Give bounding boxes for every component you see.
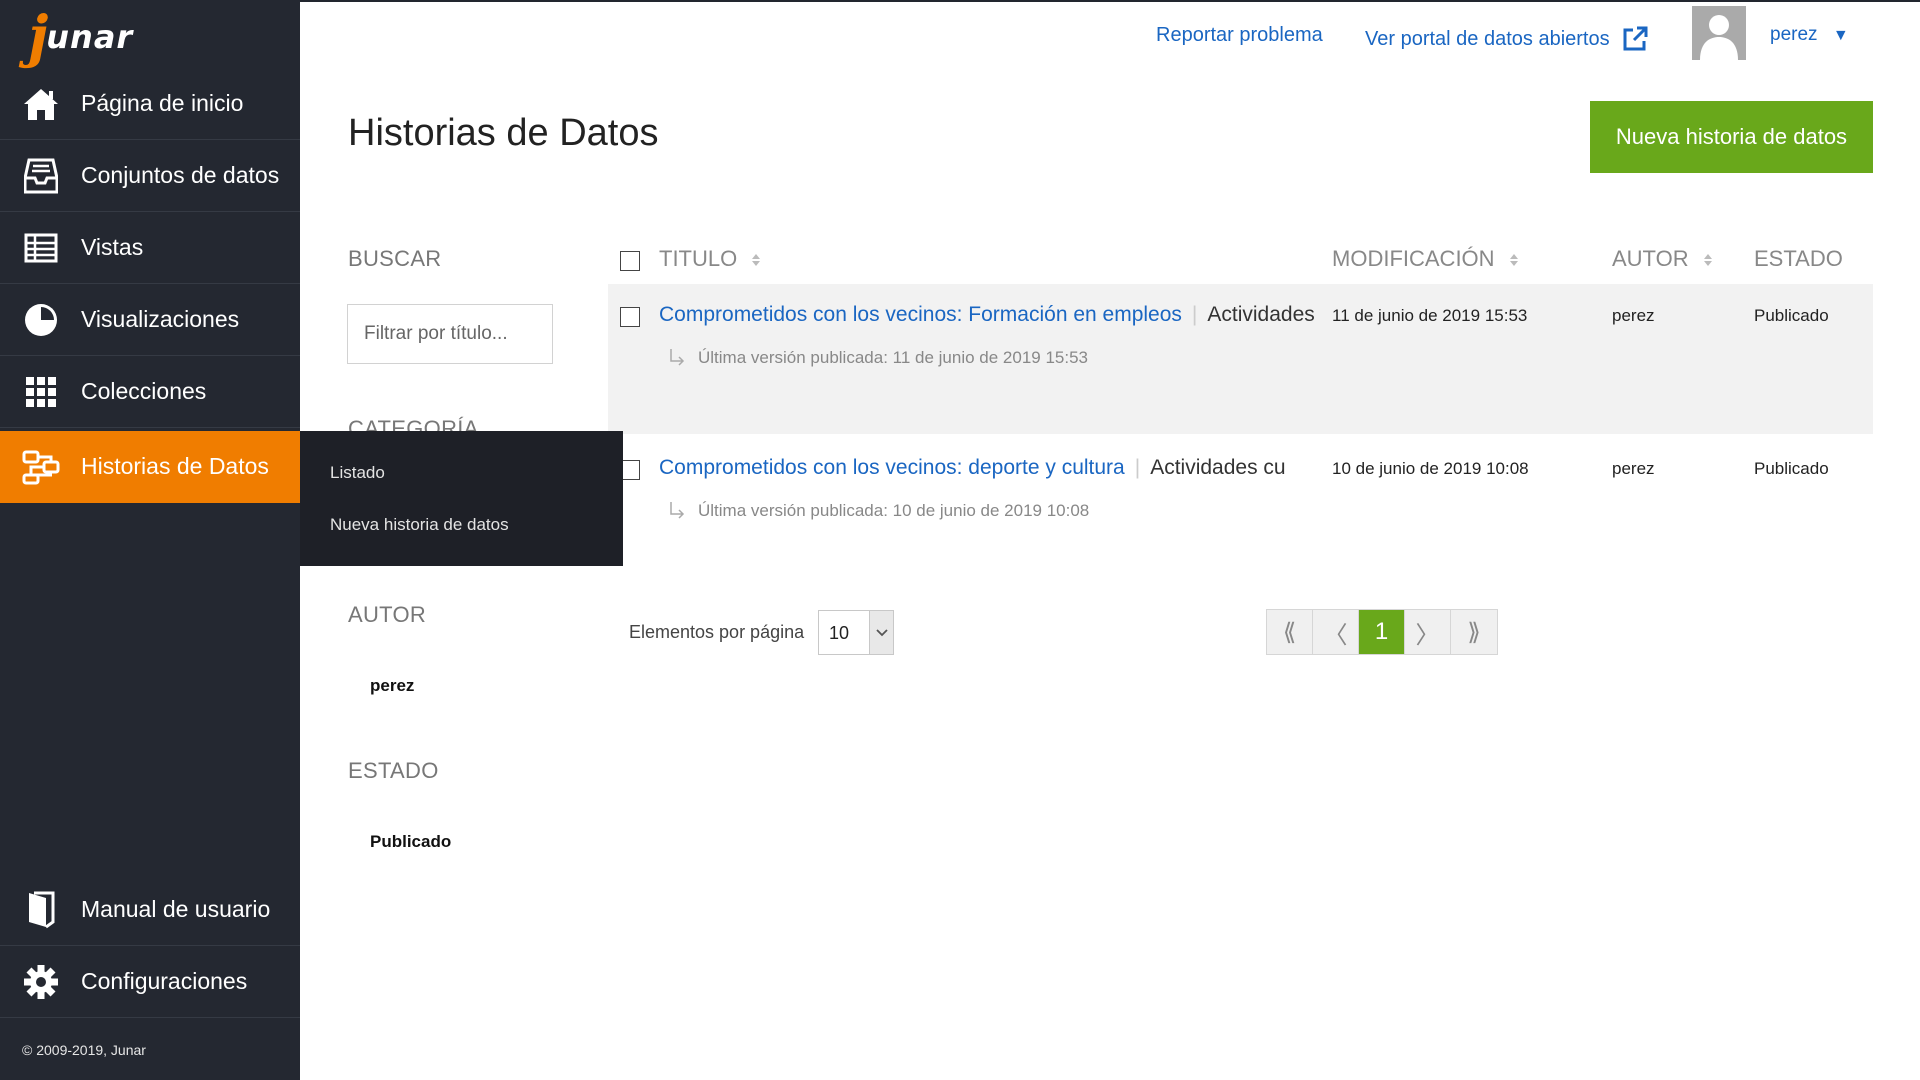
status-heading: ESTADO <box>348 758 439 783</box>
column-header-status: ESTADO <box>1754 246 1843 271</box>
row-checkbox[interactable] <box>620 307 640 327</box>
story-title-link[interactable]: Comprometidos con los vecinos: Formación… <box>659 303 1182 326</box>
grid-icon <box>21 372 61 412</box>
subitem-arrow-icon <box>668 348 686 373</box>
column-header-title[interactable]: TITULO <box>659 246 761 273</box>
report-problem-link[interactable]: Reportar problema <box>1156 24 1323 47</box>
data-stories-submenu: Listado Nueva historia de datos <box>300 431 623 566</box>
logo-letter: j <box>28 4 49 70</box>
sidebar-item-visualizations[interactable]: Visualizaciones <box>0 284 300 356</box>
column-header-author[interactable]: AUTOR <box>1612 246 1713 273</box>
sort-icon <box>1703 247 1713 273</box>
next-page-button[interactable]: 〉 <box>1405 610 1451 654</box>
page-title: Historias de Datos <box>348 112 659 154</box>
per-page-select[interactable]: 10 <box>818 610 894 655</box>
author-cell: perez <box>1612 306 1655 325</box>
sort-icon <box>1509 247 1519 273</box>
chevron-down-icon <box>869 611 893 654</box>
sidebar-item-label: Historias de Datos <box>81 453 269 479</box>
sort-icon <box>751 247 761 273</box>
inbox-icon <box>21 156 61 196</box>
row-title-cell: Comprometidos con los vecinos: Formación… <box>659 303 1319 327</box>
avatar[interactable] <box>1692 6 1746 60</box>
status-cell: Publicado <box>1754 459 1829 478</box>
submenu-item-list[interactable]: Listado <box>330 463 385 483</box>
open-data-portal-link[interactable]: Ver portal de datos abiertos <box>1365 26 1648 52</box>
per-page-label: Elementos por página <box>629 622 805 642</box>
sidebar-item-settings[interactable]: Configuraciones <box>0 946 300 1018</box>
sidebar-item-user-manual[interactable]: Manual de usuario <box>0 874 300 946</box>
user-silhouette-icon <box>1700 15 1738 60</box>
first-page-button[interactable]: ⟪ <box>1267 610 1313 654</box>
column-header-modified-label: MODIFICACIÓN <box>1332 246 1495 271</box>
title-separator: | <box>1134 456 1141 479</box>
pie-chart-icon <box>21 300 61 340</box>
story-icon <box>21 447 61 487</box>
gear-icon <box>21 962 61 1002</box>
home-icon <box>21 84 61 124</box>
last-published-line: Última versión publicada: 11 de junio de… <box>668 348 1088 373</box>
user-name: perez <box>1770 24 1818 45</box>
story-title-link[interactable]: Comprometidos con los vecinos: deporte y… <box>659 456 1125 479</box>
row-title-cell: Comprometidos con los vecinos: deporte y… <box>659 456 1319 480</box>
sidebar-item-label: Vistas <box>81 234 144 260</box>
sidebar-item-views[interactable]: Vistas <box>0 212 300 284</box>
junar-logo[interactable]: j unar <box>28 6 133 68</box>
open-data-portal-label: Ver portal de datos abiertos <box>1365 27 1610 50</box>
book-icon <box>21 890 61 930</box>
logo-text: unar <box>46 18 134 56</box>
last-page-button[interactable]: ⟫ <box>1451 610 1497 654</box>
sidebar-item-label: Conjuntos de datos <box>81 162 280 188</box>
pagination: ⟪ 〈 1 〉 ⟫ <box>1266 609 1498 655</box>
sidebar-item-label: Manual de usuario <box>81 896 271 922</box>
sidebar-item-label: Página de inicio <box>81 90 244 116</box>
column-header-title-label: TITULO <box>659 246 738 271</box>
title-separator: | <box>1191 303 1198 326</box>
sidebar: j unar Página de inicio Conjuntos de dat… <box>0 0 300 1080</box>
copyright: © 2009-2019, Junar <box>22 1042 146 1058</box>
subitem-arrow-icon <box>668 501 686 526</box>
new-data-story-button[interactable]: Nueva historia de datos <box>1590 101 1873 173</box>
sidebar-item-datasets[interactable]: Conjuntos de datos <box>0 140 300 212</box>
author-cell: perez <box>1612 459 1655 478</box>
column-header-author-label: AUTOR <box>1612 246 1689 271</box>
select-all-checkbox[interactable] <box>620 251 640 271</box>
story-category: Actividades cu <box>1150 456 1286 479</box>
sidebar-item-data-stories[interactable]: Historias de Datos <box>0 431 300 503</box>
story-category: Actividades <box>1207 303 1315 326</box>
last-published-text: Última versión publicada: 10 de junio de… <box>698 501 1090 520</box>
modified-cell: 11 de junio de 2019 15:53 <box>1332 306 1528 325</box>
search-input[interactable] <box>347 304 553 364</box>
row-checkbox[interactable] <box>620 460 640 480</box>
last-published-line: Última versión publicada: 10 de junio de… <box>668 501 1089 526</box>
sidebar-item-label: Visualizaciones <box>81 306 240 332</box>
author-heading: AUTOR <box>348 602 427 627</box>
modified-cell: 10 de junio de 2019 10:08 <box>1332 459 1529 478</box>
submenu-item-new-story[interactable]: Nueva historia de datos <box>330 515 509 535</box>
external-link-icon <box>1622 26 1648 52</box>
user-menu[interactable]: perez ▼ <box>1770 24 1849 46</box>
column-header-modified[interactable]: MODIFICACIÓN <box>1332 246 1519 273</box>
previous-page-button[interactable]: 〈 <box>1313 610 1359 654</box>
sidebar-item-home[interactable]: Página de inicio <box>0 68 300 140</box>
search-heading: BUSCAR <box>348 246 442 271</box>
sidebar-item-label: Colecciones <box>81 378 207 404</box>
last-published-text: Última versión publicada: 11 de junio de… <box>698 348 1089 367</box>
author-filter-option[interactable]: perez <box>370 676 414 696</box>
sidebar-item-label: Configuraciones <box>81 968 248 994</box>
sidebar-item-collections[interactable]: Colecciones <box>0 356 300 428</box>
status-cell: Publicado <box>1754 306 1829 325</box>
per-page-value: 10 <box>829 623 850 643</box>
table-icon <box>21 228 61 268</box>
chevron-down-icon: ▼ <box>1832 27 1849 44</box>
status-filter-option[interactable]: Publicado <box>370 832 451 852</box>
page-number-button[interactable]: 1 <box>1359 610 1405 654</box>
